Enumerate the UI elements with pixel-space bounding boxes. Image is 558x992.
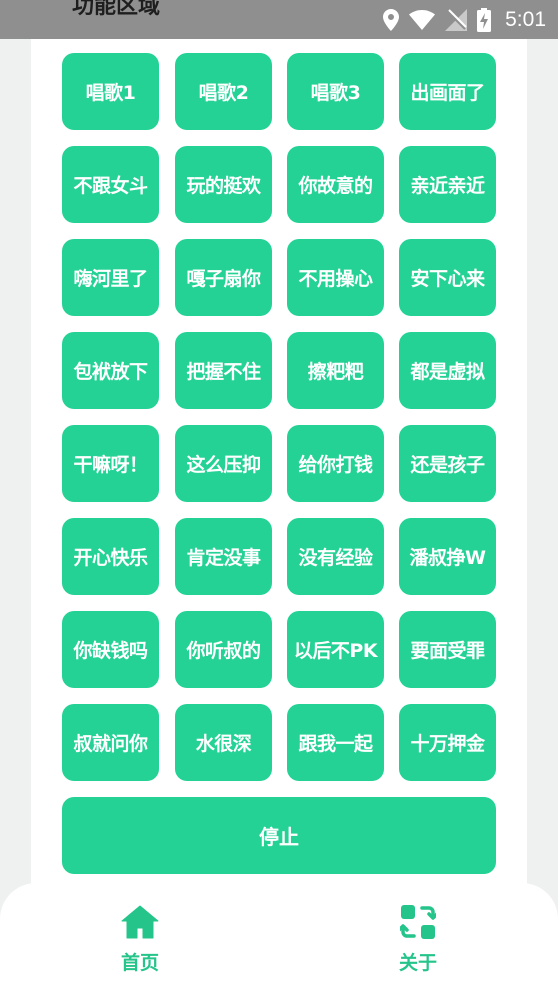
sound-button[interactable]: 还是孩子 bbox=[399, 425, 496, 502]
sound-button[interactable]: 这么压抑 bbox=[175, 425, 272, 502]
home-icon bbox=[121, 904, 159, 940]
sound-button[interactable]: 安下心来 bbox=[399, 239, 496, 316]
sound-button[interactable]: 不跟女斗 bbox=[62, 146, 159, 223]
sound-button[interactable]: 潘叔挣W bbox=[399, 518, 496, 595]
sound-button[interactable]: 唱歌1 bbox=[62, 53, 159, 130]
sound-button[interactable]: 干嘛呀！ bbox=[62, 425, 159, 502]
sound-button[interactable]: 没有经验 bbox=[287, 518, 384, 595]
about-icon bbox=[400, 904, 436, 940]
sound-button[interactable]: 你故意的 bbox=[287, 146, 384, 223]
sound-button[interactable]: 肯定没事 bbox=[175, 518, 272, 595]
sound-button[interactable]: 出画面了 bbox=[399, 53, 496, 130]
sound-button[interactable]: 玩的挺欢 bbox=[175, 146, 272, 223]
sound-button[interactable]: 十万押金 bbox=[399, 704, 496, 781]
sound-button[interactable]: 跟我一起 bbox=[287, 704, 384, 781]
sound-button[interactable]: 要面受罪 bbox=[399, 611, 496, 688]
nav-home[interactable]: 首页 bbox=[80, 883, 200, 992]
sound-button[interactable]: 给你打钱 bbox=[287, 425, 384, 502]
sound-button[interactable]: 把握不住 bbox=[175, 332, 272, 409]
sound-button[interactable]: 唱歌2 bbox=[175, 53, 272, 130]
clock: 5:01 bbox=[505, 7, 546, 31]
bottom-nav: 首页 关于 bbox=[0, 883, 558, 992]
sound-button[interactable]: 叔就问你 bbox=[62, 704, 159, 781]
sound-button[interactable]: 你听叔的 bbox=[175, 611, 272, 688]
stop-button[interactable]: 停止 bbox=[62, 797, 496, 874]
page-title: 功能区域 bbox=[72, 0, 161, 19]
nav-home-label: 首页 bbox=[120, 952, 159, 974]
sound-button[interactable]: 都是虚拟 bbox=[399, 332, 496, 409]
sound-button[interactable]: 开心快乐 bbox=[62, 518, 159, 595]
no-signal-icon bbox=[445, 8, 468, 31]
status-bar: 功能区域 5:01 bbox=[0, 0, 558, 39]
sound-button[interactable]: 包袱放下 bbox=[62, 332, 159, 409]
nav-about[interactable]: 关于 bbox=[358, 883, 478, 992]
nav-about-label: 关于 bbox=[398, 952, 437, 974]
sound-button[interactable]: 水很深 bbox=[175, 704, 272, 781]
status-icons: 5:01 bbox=[383, 0, 546, 39]
wifi-icon bbox=[409, 9, 436, 30]
sound-button[interactable]: 嗨河里了 bbox=[62, 239, 159, 316]
sound-button[interactable]: 唱歌3 bbox=[287, 53, 384, 130]
sound-button[interactable]: 以后不PK bbox=[287, 611, 384, 688]
sound-button[interactable]: 嘎子扇你 bbox=[175, 239, 272, 316]
sound-button[interactable]: 擦粑粑 bbox=[287, 332, 384, 409]
location-icon bbox=[383, 8, 400, 31]
battery-charging-icon bbox=[477, 7, 492, 32]
sound-button[interactable]: 不用操心 bbox=[287, 239, 384, 316]
sound-button[interactable]: 亲近亲近 bbox=[399, 146, 496, 223]
sound-button[interactable]: 你缺钱吗 bbox=[62, 611, 159, 688]
